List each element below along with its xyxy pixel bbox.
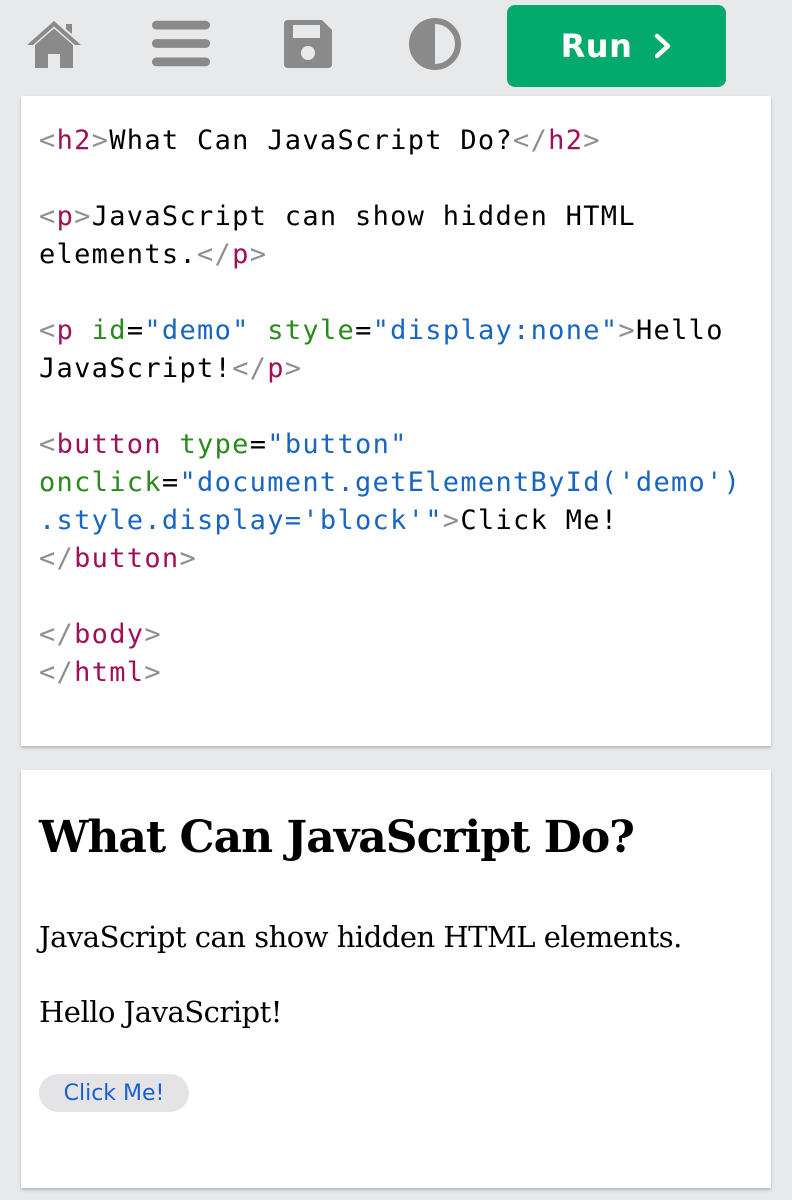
code-bracket: > [179, 543, 198, 574]
code-attribute: style [267, 315, 356, 346]
run-button-label: Run [560, 27, 633, 65]
code-line: onclick="document.getElementById('demo') [39, 464, 741, 502]
code-attribute: onclick [39, 467, 162, 498]
code-bracket: </ [232, 353, 268, 384]
code-tag: html [74, 657, 145, 688]
code-text: What Can JavaScript Do? [109, 125, 514, 156]
demo-paragraph: Hello JavaScript! [39, 995, 282, 1029]
code-equals: = [161, 467, 180, 498]
code-line: </html> [39, 654, 741, 692]
code-tag: body [74, 619, 145, 650]
code-tag: h2 [56, 125, 92, 156]
code-value: "button" [267, 429, 408, 460]
code-line: .style.display='block'">Click Me! [39, 502, 741, 540]
code-bracket: </ [197, 239, 233, 270]
code-bracket: </ [39, 657, 75, 688]
run-button[interactable]: Run [507, 5, 726, 87]
code-tag: p [232, 239, 250, 270]
menu-icon[interactable] [151, 14, 211, 74]
code-equals: = [126, 315, 145, 346]
code-bracket: > [91, 125, 110, 156]
code-value: .style.display='block'" [39, 505, 443, 536]
code-line: elements.</p> [39, 236, 741, 274]
code-line: <h2>What Can JavaScript Do?</h2> [39, 122, 741, 160]
code-tag: p [267, 353, 285, 384]
code-text: Click Me! [460, 505, 619, 536]
code-bracket: < [39, 315, 57, 346]
theme-icon[interactable] [405, 14, 465, 74]
code-bracket: > [144, 657, 162, 688]
code-value: "document.getElementById('demo') [179, 467, 742, 498]
code-bracket: </ [39, 543, 75, 574]
result-paragraph: JavaScript can show hidden HTML elements… [39, 920, 682, 954]
result-heading: What Can JavaScript Do? [39, 812, 635, 863]
code-bracket: > [284, 353, 303, 384]
chevron-right-icon [655, 33, 671, 59]
code-bracket: < [39, 125, 57, 156]
code-line: <p>JavaScript can show hidden HTML [39, 198, 741, 236]
toolbar: Run [0, 0, 792, 92]
code-text: Hello [635, 315, 724, 346]
code-line: JavaScript!</p> [39, 350, 741, 388]
code-text: elements. [39, 239, 197, 270]
code-editor-panel[interactable]: <h2>What Can JavaScript Do?</h2> <p>JavaS… [21, 96, 771, 746]
code-bracket: > [583, 125, 601, 156]
save-icon[interactable] [278, 14, 338, 74]
code-line: <button type="button" [39, 426, 741, 464]
code-attribute: type [179, 429, 250, 460]
code-tag: button [56, 429, 162, 460]
home-icon[interactable] [24, 14, 84, 74]
code-tag: h2 [548, 125, 584, 156]
code-bracket: > [618, 315, 636, 346]
click-me-button[interactable]: Click Me! [39, 1074, 189, 1112]
code-bracket: > [74, 201, 92, 232]
code-line: </button> [39, 540, 741, 578]
code-text: JavaScript can show hidden HTML [91, 201, 636, 232]
code-value: "display:none" [372, 315, 619, 346]
code-line: <p id="demo" style="display:none">Hello [39, 312, 741, 350]
code-bracket: > [144, 619, 162, 650]
code-equals: = [355, 315, 373, 346]
code-value: "demo" [144, 315, 250, 346]
code-equals: = [249, 429, 268, 460]
code-editor[interactable]: <h2>What Can JavaScript Do?</h2> <p>JavaS… [39, 122, 741, 692]
code-bracket: </ [513, 125, 549, 156]
code-text: JavaScript! [39, 353, 233, 384]
code-tag: p [56, 201, 75, 232]
code-bracket: </ [39, 619, 75, 650]
code-bracket: < [39, 429, 57, 460]
code-tag: p [56, 315, 75, 346]
code-bracket: < [39, 201, 57, 232]
code-attribute: id [91, 315, 127, 346]
code-line: </body> [39, 616, 741, 654]
code-bracket: > [249, 239, 268, 270]
code-tag: button [74, 543, 180, 574]
code-bracket: > [442, 505, 461, 536]
result-panel: What Can JavaScript Do? JavaScript can s… [21, 770, 771, 1188]
